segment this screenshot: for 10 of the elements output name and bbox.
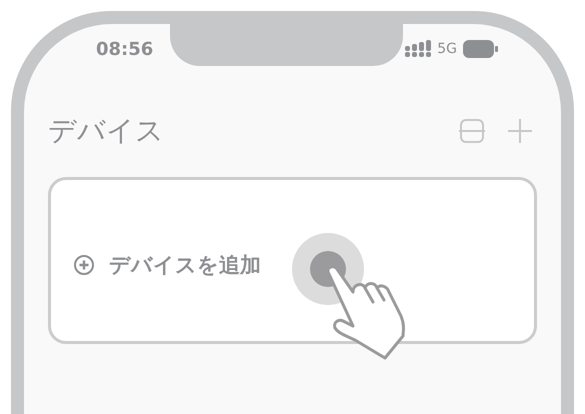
signal-icon [405,40,432,58]
network-label: 5G [437,41,457,57]
add-device-card[interactable]: デバイスを追加 [48,177,537,344]
page-title: デバイス [48,113,164,149]
plus-circle-icon [73,254,95,276]
scan-icon[interactable] [459,118,485,144]
add-device-label: デバイスを追加 [109,252,261,278]
add-icon[interactable] [507,118,533,144]
status-time: 08:56 [96,38,154,60]
battery-icon [463,40,499,58]
